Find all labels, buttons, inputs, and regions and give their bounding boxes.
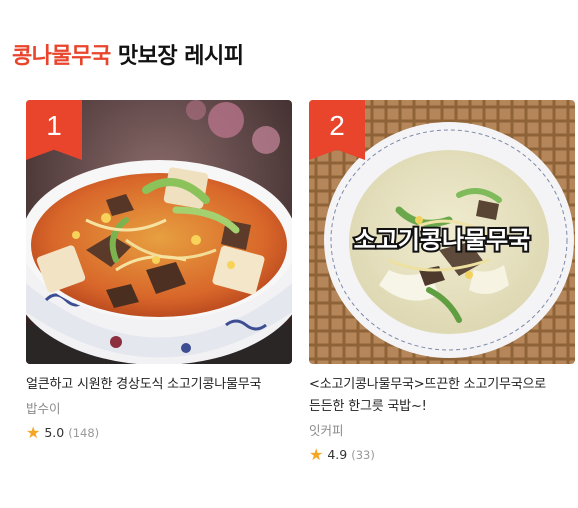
star-icon: ★: [26, 423, 41, 442]
rating-score: 4.9: [327, 447, 348, 462]
recipe-author[interactable]: 잇커피: [309, 420, 575, 442]
recipe-rating: ★ 5.0 (148): [26, 422, 292, 444]
section-title: 콩나물무국 맛보장 레시피: [12, 38, 244, 70]
recipe-title[interactable]: 얼큰하고 시원한 경상도식 소고기콩나물무국: [26, 374, 292, 396]
review-count: (33): [351, 448, 375, 462]
recipe-card-1[interactable]: 1 얼큰하고 시원한 경상도식 소고기콩나물무국 밥수이 ★ 5.0 (148): [26, 100, 292, 444]
rating-score: 5.0: [44, 425, 65, 440]
star-icon: ★: [309, 445, 324, 464]
recipe-card-2[interactable]: 소고기콩나물무국 2 <소고기콩나물무국>뜨끈한 소고기무국으로 든든한 한그릇…: [309, 100, 575, 466]
recipe-thumbnail[interactable]: 1: [26, 100, 292, 364]
recipe-rating: ★ 4.9 (33): [309, 444, 575, 466]
recipe-title[interactable]: <소고기콩나물무국>뜨끈한 소고기무국으로 든든한 한그릇 국밥~!: [309, 374, 575, 418]
recipe-author[interactable]: 밥수이: [26, 398, 292, 420]
section-title-keyword: 콩나물무국: [12, 44, 111, 69]
recipe-thumbnail[interactable]: 소고기콩나물무국 2: [309, 100, 575, 364]
image-overlay-text: 소고기콩나물무국: [354, 226, 531, 254]
review-count: (148): [68, 426, 100, 440]
section-title-rest: 맛보장 레시피: [110, 44, 244, 69]
